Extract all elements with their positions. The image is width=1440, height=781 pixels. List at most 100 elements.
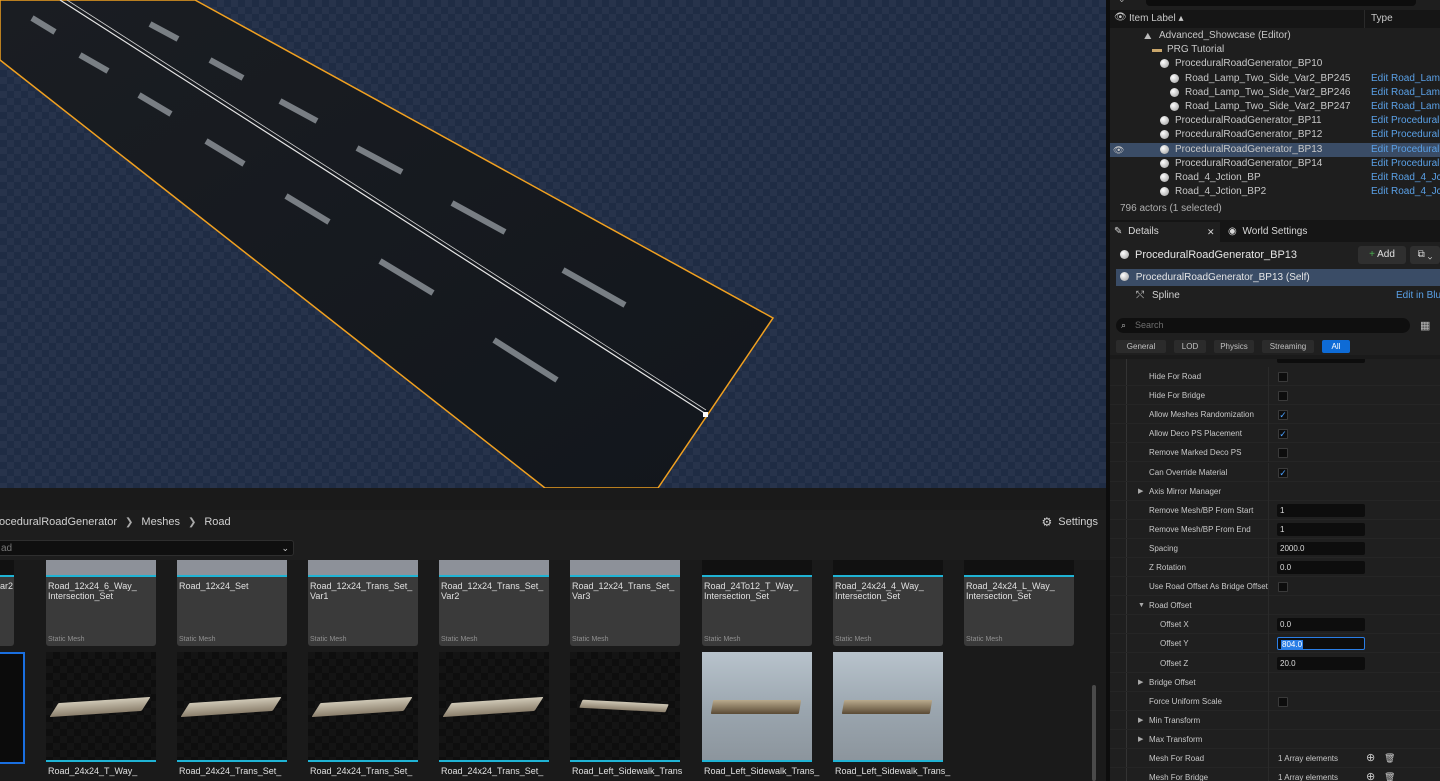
- outliner-row[interactable]: Road_Lamp_Two_Side_Var2_BP245 Edit Road_L…: [1110, 72, 1440, 86]
- outliner-search-input[interactable]: [1146, 0, 1416, 6]
- filter-physics[interactable]: Physics: [1214, 340, 1254, 353]
- property-number-field[interactable]: 804.0: [1277, 637, 1365, 651]
- filter-all[interactable]: All: [1322, 340, 1350, 353]
- level-viewport[interactable]: [0, 0, 1106, 488]
- asset-search-input[interactable]: ad ⌄: [0, 540, 294, 556]
- property-checkbox[interactable]: ✓: [1278, 429, 1288, 440]
- property-number-field[interactable]: 2000.0: [1277, 541, 1365, 555]
- grid-view-icon[interactable]: ▦: [1420, 319, 1430, 332]
- eye-icon[interactable]: 👁: [1114, 12, 1127, 23]
- asset-tile[interactable]: Road_12x24_Set Static Mesh: [177, 560, 287, 646]
- property-number-field[interactable]: 20.0: [1277, 656, 1365, 670]
- filter-lod[interactable]: LOD: [1174, 340, 1206, 353]
- asset-grid-scrollbar[interactable]: [1092, 685, 1096, 781]
- outliner-row[interactable]: Road_Lamp_Two_Side_Var2_BP247 Edit Road_L…: [1110, 100, 1440, 114]
- outliner-row[interactable]: ProceduralRoadGenerator_BP14 Edit Procedu…: [1110, 157, 1440, 171]
- outliner-row[interactable]: ProceduralRoadGenerator_BP12 Edit Procedu…: [1110, 128, 1440, 142]
- outliner-item-type[interactable]: Edit ProceduralR: [1371, 128, 1440, 142]
- outliner-item-type[interactable]: Edit ProceduralR: [1371, 114, 1440, 128]
- column-item-label[interactable]: Item Label ▴: [1129, 13, 1184, 24]
- horizontal-splitter[interactable]: [0, 488, 1106, 510]
- outliner-item-type[interactable]: Edit Road_Lamp: [1371, 100, 1440, 114]
- expand-arrow-icon[interactable]: ▶: [1138, 673, 1143, 692]
- breadcrumb-item[interactable]: Meshes: [141, 516, 180, 528]
- property-number-field[interactable]: 0.0: [1277, 561, 1365, 574]
- asset-type: Static Mesh: [572, 636, 609, 643]
- asset-tile[interactable]: ar2: [0, 560, 14, 646]
- collapse-arrow-icon[interactable]: ▼: [1138, 596, 1145, 615]
- outliner-row[interactable]: ProceduralRoadGenerator_BP10: [1110, 57, 1440, 71]
- filter-streaming[interactable]: Streaming: [1262, 340, 1314, 353]
- outliner-item-type[interactable]: Edit Road_Lamp: [1371, 86, 1440, 100]
- asset-tile[interactable]: Road_24x24_L_Way_ Intersection_Set Static…: [964, 560, 1074, 646]
- column-divider: [1268, 519, 1269, 539]
- asset-tile[interactable]: Road_12x24_Trans_Set_ Var3 Static Mesh: [570, 560, 680, 646]
- outliner-item-type[interactable]: Edit Road_4_Jct: [1371, 171, 1440, 185]
- outliner-row[interactable]: Road_4_Jction_BP Edit Road_4_Jct: [1110, 171, 1440, 185]
- blueprint-options-button[interactable]: ⧉ ⌄: [1410, 246, 1440, 264]
- breadcrumb-item[interactable]: oceduralRoadGenerator: [0, 516, 117, 528]
- actor-icon: [1160, 144, 1169, 154]
- expand-arrow-icon[interactable]: ▶: [1138, 711, 1143, 730]
- asset-tile[interactable]: Road_Left_Sidewalk_Trans_: [833, 652, 950, 776]
- property-value: 2000.0: [1280, 543, 1305, 553]
- close-icon[interactable]: ✕: [1207, 222, 1215, 242]
- expand-arrow-icon[interactable]: ▶: [1138, 482, 1143, 501]
- spline-label: Spline: [1152, 290, 1180, 301]
- asset-tile[interactable]: Road_Left_Sidewalk_Trans: [570, 652, 682, 776]
- asset-tile[interactable]: Road_24x24_Trans_Set_: [308, 652, 418, 776]
- property-checkbox[interactable]: [1278, 372, 1288, 382]
- breadcrumb-item[interactable]: Road: [204, 516, 230, 528]
- outliner-item-label: Road_Lamp_Two_Side_Var2_BP246: [1185, 86, 1351, 98]
- asset-tile[interactable]: Road_24x24_Trans_Set_: [439, 652, 549, 776]
- component-spline-row[interactable]: ⤲ Spline Edit in Blu: [1116, 288, 1440, 304]
- asset-tile[interactable]: Road_12x24_6_Way_ Intersection_Set Static…: [46, 560, 156, 646]
- add-component-button[interactable]: + Add: [1358, 246, 1406, 264]
- property-checkbox[interactable]: [1278, 582, 1288, 593]
- property-row: Allow Meshes Randomization ✓: [1110, 405, 1440, 425]
- eye-icon[interactable]: 👁: [1113, 143, 1124, 157]
- actor-icon: [1170, 102, 1179, 111]
- outliner-item-type[interactable]: Edit ProceduralR: [1371, 143, 1440, 157]
- details-search-input[interactable]: ⌕ Search: [1116, 318, 1410, 333]
- outliner-row[interactable]: 👁 ProceduralRoadGenerator_BP13 Edit Proced…: [1110, 142, 1440, 157]
- expand-arrow-icon[interactable]: ▶: [1138, 730, 1143, 749]
- outliner-item-type[interactable]: Edit Road_4_Jct: [1371, 185, 1440, 199]
- plus-circle-icon[interactable]: ⊕: [1366, 768, 1375, 781]
- property-checkbox[interactable]: [1278, 696, 1288, 707]
- outliner-row[interactable]: Road_4_Jction_BP2 Edit Road_4_Jct: [1110, 185, 1440, 199]
- component-self-row[interactable]: ProceduralRoadGenerator_BP13 (Self): [1116, 269, 1440, 286]
- outliner-item-label: ProceduralRoadGenerator_BP12: [1175, 129, 1323, 141]
- property-checkbox[interactable]: [1278, 448, 1288, 459]
- settings-button[interactable]: ⚙ Settings: [1041, 515, 1098, 529]
- asset-name: Road_24x24_4_Way_ Intersection_Set: [835, 581, 924, 601]
- property-number-field[interactable]: 1: [1277, 522, 1365, 536]
- asset-tile[interactable]: Road_12x24_Trans_Set_ Var1 Static Mesh: [308, 560, 418, 646]
- outliner-row[interactable]: Road_Lamp_Two_Side_Var2_BP246 Edit Road_L…: [1110, 86, 1440, 100]
- trash-icon[interactable]: 🗑: [1384, 749, 1395, 768]
- property-checkbox[interactable]: [1278, 391, 1288, 402]
- edit-in-blueprint-link[interactable]: Edit in Blu: [1396, 288, 1440, 304]
- property-checkbox[interactable]: ✓: [1278, 467, 1288, 478]
- asset-tile[interactable]: Road_24x24_Trans_Set_: [177, 652, 287, 776]
- asset-tile[interactable]: Road_24x24_T_Way_: [46, 652, 156, 776]
- asset-tile[interactable]: [0, 652, 25, 764]
- asset-tile[interactable]: Road_12x24_Trans_Set_ Var2 Static Mesh: [439, 560, 549, 646]
- trash-icon[interactable]: 🗑: [1384, 768, 1395, 781]
- outliner-row[interactable]: ⛰ Advanced_Showcase (Editor): [1110, 29, 1440, 43]
- outliner-row[interactable]: ▬ PRG Tutorial: [1110, 43, 1440, 57]
- plus-circle-icon[interactable]: ⊕: [1366, 749, 1375, 768]
- property-number-field[interactable]: 0.0: [1277, 618, 1365, 632]
- filter-general[interactable]: General: [1116, 340, 1166, 353]
- asset-tile[interactable]: Road_24To12_T_Way_ Intersection_Set Stati…: [702, 560, 812, 646]
- outliner-item-type[interactable]: Edit ProceduralR: [1371, 157, 1440, 171]
- tab-world-settings[interactable]: ◉ World Settings: [1228, 222, 1338, 242]
- column-type[interactable]: Type: [1371, 13, 1393, 24]
- asset-tile[interactable]: Road_Left_Sidewalk_Trans_: [702, 652, 819, 776]
- asset-tile[interactable]: Road_24x24_4_Way_ Intersection_Set Static…: [833, 560, 943, 646]
- property-number-field[interactable]: 1: [1277, 503, 1365, 517]
- tab-details[interactable]: ✎ Details ✕: [1110, 222, 1220, 242]
- outliner-item-type[interactable]: Edit Road_Lamp: [1371, 72, 1440, 86]
- outliner-row[interactable]: ProceduralRoadGenerator_BP11 Edit Procedu…: [1110, 114, 1440, 128]
- property-checkbox[interactable]: ✓: [1278, 410, 1288, 421]
